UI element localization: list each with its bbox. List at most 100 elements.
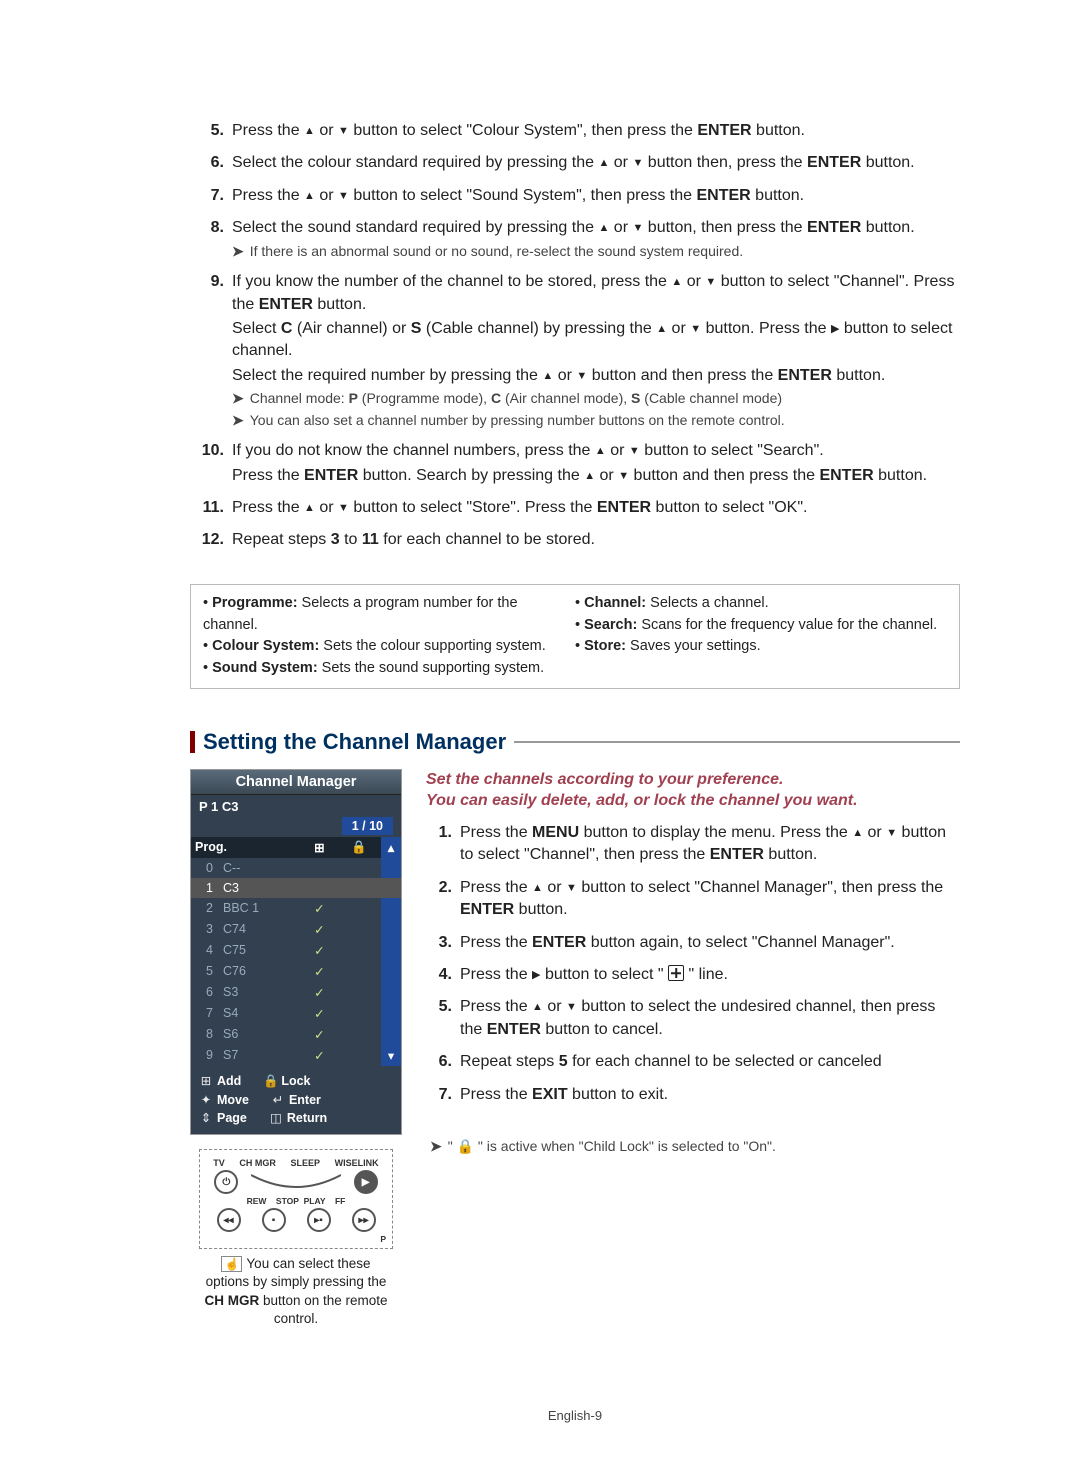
step-body: Select the sound standard required by pr… xyxy=(232,217,960,263)
definitions-left: Programme: Selects a program number for … xyxy=(203,593,575,680)
step: 2.Press the ▲ or ▼ button to select "Cha… xyxy=(426,877,960,924)
step-number: 3. xyxy=(426,932,452,956)
rew-button[interactable]: ◂◂ xyxy=(217,1208,241,1232)
row-locked xyxy=(337,982,381,1003)
heading-title: Setting the Channel Manager xyxy=(203,729,506,755)
step-line: If you do not know the channel numbers, … xyxy=(232,440,960,462)
note-arrow-icon: ➤ xyxy=(232,242,244,262)
down-icon: ▼ xyxy=(338,502,349,514)
scroll-track xyxy=(381,919,401,940)
step-body: Press the ▶ button to select " " line. xyxy=(460,964,960,988)
scroll-track xyxy=(381,1024,401,1045)
up-icon: ▲ xyxy=(542,370,553,382)
row-index: 7 xyxy=(191,1003,219,1024)
osd-row: 5C76✓ xyxy=(191,961,401,982)
up-icon: ▲ xyxy=(598,157,609,169)
row-index: 6 xyxy=(191,982,219,1003)
step-line: Select the required number by pressing t… xyxy=(232,365,960,387)
scroll-track xyxy=(381,982,401,1003)
step: 5. Press the ▲ or ▼ button to select "Col… xyxy=(190,120,960,144)
row-name: S3 xyxy=(219,982,302,1003)
step: 8.Select the sound standard required by … xyxy=(190,217,960,263)
step-body: Press the MENU button to display the men… xyxy=(460,822,960,869)
down-icon: ▼ xyxy=(618,470,629,482)
down-icon: ▼ xyxy=(632,222,643,234)
step-line: If you know the number of the channel to… xyxy=(232,271,960,316)
step: 5.Press the ▲ or ▼ button to select the … xyxy=(426,996,960,1043)
osd-row: 6S3✓ xyxy=(191,982,401,1003)
wiselink-button[interactable]: ▶ xyxy=(354,1170,378,1194)
play-button[interactable]: ▸▪ xyxy=(307,1208,331,1232)
down-icon: ▼ xyxy=(629,445,640,457)
up-icon: ▲ xyxy=(671,276,682,288)
row-locked xyxy=(337,1024,381,1045)
row-added: ✓ xyxy=(302,940,337,961)
enter-icon: ↵ xyxy=(271,1091,285,1110)
ff-button[interactable]: ▸▸ xyxy=(352,1208,376,1232)
step: 11.Press the ▲ or ▼ button to select "St… xyxy=(190,497,960,521)
row-name: C3 xyxy=(219,878,302,898)
scroll-up-icon: ▴ xyxy=(381,837,401,858)
up-icon: ▲ xyxy=(656,323,667,335)
col-prog: Prog. xyxy=(191,837,302,858)
step-body: Press the ▲ or ▼ button to select "Colou… xyxy=(232,120,960,144)
row-name: S6 xyxy=(219,1024,302,1045)
osd-table: Prog. ⊞ 🔒 ▴ 0C--1C32BBC 1✓3C74✓4C75✓5C76… xyxy=(191,837,401,1066)
note-arrow-icon: ➤ xyxy=(430,1138,442,1155)
note-arrow-icon: ➤ xyxy=(232,389,244,409)
step-line: Press the ENTER button again, to select … xyxy=(460,932,960,954)
scroll-track xyxy=(381,961,401,982)
remote-label-p: P xyxy=(206,1234,386,1244)
step-line: Select the sound standard required by pr… xyxy=(232,217,960,239)
row-index: 5 xyxy=(191,961,219,982)
step-number: 11. xyxy=(190,497,224,521)
step-number: 10. xyxy=(190,440,224,489)
up-icon: ▲ xyxy=(304,502,315,514)
step-body: Select the colour standard required by p… xyxy=(232,152,960,176)
up-icon: ▲ xyxy=(532,1001,543,1013)
step-number: 6. xyxy=(190,152,224,176)
tv-button[interactable]: ⏻ xyxy=(214,1170,238,1194)
osd-row: 4C75✓ xyxy=(191,940,401,961)
step-line: Press the ▲ or ▼ button to select "Colou… xyxy=(232,120,960,142)
up-icon: ▲ xyxy=(852,827,863,839)
col-lock-icon: 🔒 xyxy=(337,837,381,858)
row-added: ✓ xyxy=(302,1024,337,1045)
scroll-track xyxy=(381,940,401,961)
step-body: If you know the number of the channel to… xyxy=(232,271,960,432)
step: 7.Press the EXIT button to exit. xyxy=(426,1084,960,1108)
scroll-track xyxy=(381,898,401,919)
row-locked xyxy=(337,1003,381,1024)
step-body: Press the ▲ or ▼ button to select the un… xyxy=(460,996,960,1043)
scroll-down-icon: ▾ xyxy=(381,1045,401,1066)
stop-button[interactable]: ▪ xyxy=(262,1208,286,1232)
osd-paging: 1 / 10 xyxy=(191,818,401,837)
row-locked xyxy=(337,898,381,919)
row-name: C-- xyxy=(219,858,302,878)
step: 7.Press the ▲ or ▼ button to select "Sou… xyxy=(190,185,960,209)
remote-note: ☝You can select these options by simply … xyxy=(200,1255,392,1328)
row-index: 8 xyxy=(191,1024,219,1045)
remote-label-tv: TV xyxy=(213,1158,225,1168)
step-body: Press the ENTER button again, to select … xyxy=(460,932,960,956)
definitions-box: Programme: Selects a program number for … xyxy=(190,584,960,689)
row-added: ✓ xyxy=(302,1045,337,1066)
lock-note: ➤ " 🔒 " is active when "Child Lock" is s… xyxy=(430,1138,960,1155)
step-body: Press the ▲ or ▼ button to select "Sound… xyxy=(232,185,960,209)
down-icon: ▼ xyxy=(632,157,643,169)
remote-label-wiselink: WISELINK xyxy=(335,1158,379,1168)
instruction-steps-2: 1.Press the MENU button to display the m… xyxy=(426,822,960,1108)
definition-item: Sound System: Sets the sound supporting … xyxy=(203,658,575,680)
step-number: 5. xyxy=(190,120,224,144)
step-line: Press the ▶ button to select " " line. xyxy=(460,964,960,986)
osd-row: 2BBC 1✓ xyxy=(191,898,401,919)
down-icon: ▼ xyxy=(566,882,577,894)
remote-arc xyxy=(251,1171,341,1193)
definition-item: Programme: Selects a program number for … xyxy=(203,593,575,637)
manual-page: 5. Press the ▲ or ▼ button to select "Col… xyxy=(90,0,990,1483)
step-line: Select C (Air channel) or S (Cable chann… xyxy=(232,318,960,363)
col-add-icon: ⊞ xyxy=(302,837,337,858)
step-number: 2. xyxy=(426,877,452,924)
remote-label-sleep: SLEEP xyxy=(291,1158,321,1168)
right-icon: ▶ xyxy=(831,323,839,335)
